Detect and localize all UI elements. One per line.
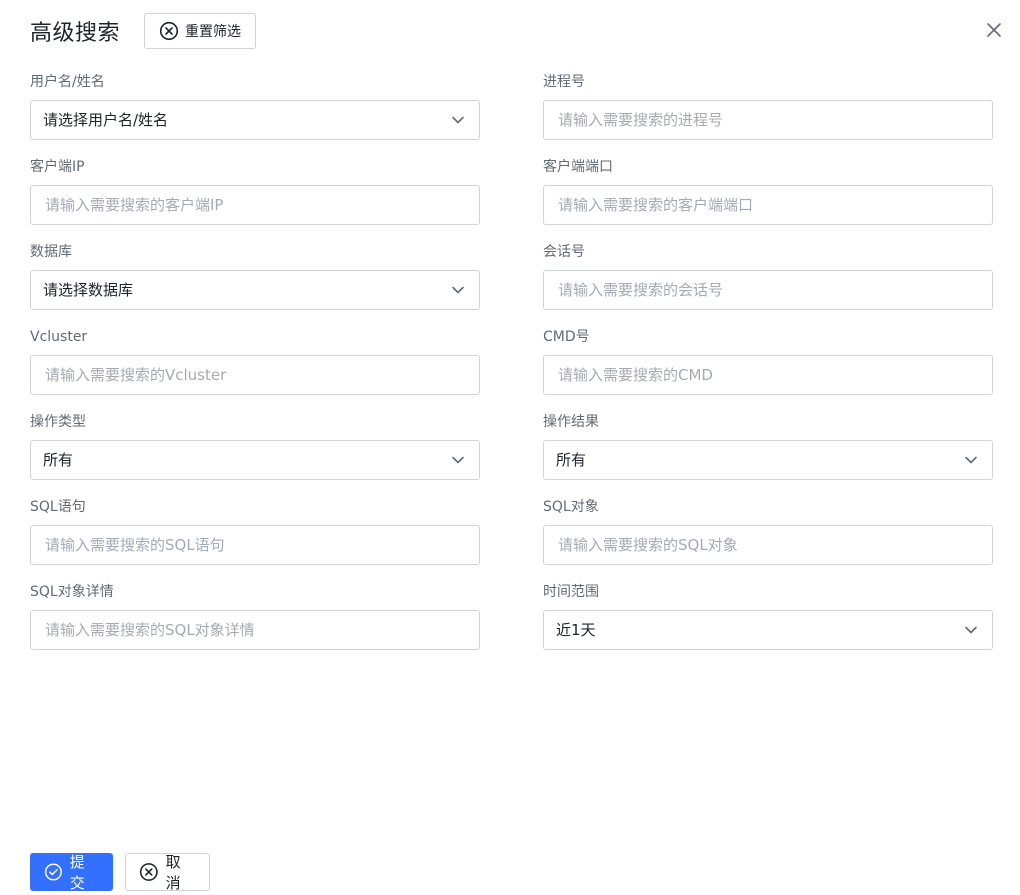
field-sql-object: SQL对象 (543, 497, 993, 565)
field-label: CMD号 (543, 329, 590, 345)
sql-object-input[interactable] (544, 526, 992, 564)
field-database: 数据库 请选择数据库 (30, 242, 480, 310)
username-select[interactable]: 请选择用户名/姓名 (30, 100, 480, 140)
field-label: Vcluster (30, 329, 88, 345)
field-label: SQL语句 (30, 499, 86, 515)
field-label: SQL对象 (543, 499, 599, 515)
client-port-input[interactable] (544, 186, 992, 224)
chevron-down-icon (452, 116, 464, 124)
field-time-range: 时间范围 近1天 (543, 582, 993, 650)
sql-statement-input[interactable] (31, 526, 479, 564)
field-label: 时间范围 (543, 584, 599, 600)
op-result-select[interactable]: 所有 (543, 440, 993, 480)
process-no-input-wrap (543, 100, 993, 140)
sql-object-detail-input-wrap (30, 610, 480, 650)
field-client-port: 客户端端口 (543, 157, 993, 225)
field-label: SQL对象详情 (30, 584, 114, 600)
dialog-title: 高级搜索 (30, 21, 121, 46)
session-no-input-wrap (543, 270, 993, 310)
database-select[interactable]: 请选择数据库 (30, 270, 480, 310)
select-value: 请选择用户名/姓名 (43, 111, 169, 129)
chevron-down-icon (965, 626, 977, 634)
cancel-button[interactable]: 取消 (125, 853, 210, 892)
field-op-type: 操作类型 所有 (30, 412, 480, 480)
field-label: 进程号 (543, 74, 585, 90)
field-process-no: 进程号 (543, 72, 993, 140)
vcluster-input[interactable] (31, 356, 479, 394)
vcluster-input-wrap (30, 355, 480, 395)
field-label: 用户名/姓名 (30, 74, 105, 90)
field-label: 数据库 (30, 244, 72, 260)
select-value: 所有 (556, 451, 587, 469)
close-circle-icon (139, 863, 158, 881)
select-value: 所有 (43, 451, 74, 469)
field-label: 客户端端口 (543, 159, 613, 175)
sql-statement-input-wrap (30, 525, 480, 565)
field-sql-object-detail: SQL对象详情 (30, 582, 480, 650)
time-range-select[interactable]: 近1天 (543, 610, 993, 650)
cancel-label: 取消 (165, 853, 181, 892)
check-circle-icon (44, 863, 62, 881)
sql-object-input-wrap (543, 525, 993, 565)
submit-button[interactable]: 提交 (30, 853, 113, 892)
client-ip-input[interactable] (31, 186, 479, 224)
dialog-header: 高级搜索 重置筛选 (30, 12, 257, 50)
cmd-no-input[interactable] (544, 356, 992, 394)
field-label: 操作类型 (30, 414, 86, 430)
client-port-input-wrap (543, 185, 993, 225)
select-value: 请选择数据库 (43, 281, 134, 299)
close-circle-icon (159, 21, 179, 41)
reset-filters-label: 重置筛选 (185, 24, 242, 40)
chevron-down-icon (452, 286, 464, 294)
sql-object-detail-input[interactable] (31, 611, 479, 649)
field-session-no: 会话号 (543, 242, 993, 310)
field-client-ip: 客户端IP (30, 157, 480, 225)
process-no-input[interactable] (544, 101, 992, 139)
close-icon[interactable] (984, 20, 1004, 40)
field-cmd-no: CMD号 (543, 327, 993, 395)
chevron-down-icon (965, 456, 977, 464)
client-ip-input-wrap (30, 185, 480, 225)
submit-label: 提交 (69, 853, 85, 892)
op-type-select[interactable]: 所有 (30, 440, 480, 480)
field-op-result: 操作结果 所有 (543, 412, 993, 480)
dialog-footer: 提交 取消 (30, 853, 210, 892)
field-vcluster: Vcluster (30, 327, 480, 395)
cmd-no-input-wrap (543, 355, 993, 395)
field-label: 客户端IP (30, 159, 85, 175)
field-username: 用户名/姓名 请选择用户名/姓名 (30, 72, 480, 140)
field-sql-statement: SQL语句 (30, 497, 480, 565)
session-no-input[interactable] (544, 271, 992, 309)
chevron-down-icon (452, 456, 464, 464)
field-label: 会话号 (543, 244, 585, 260)
select-value: 近1天 (556, 621, 596, 639)
reset-filters-button[interactable]: 重置筛选 (144, 13, 257, 49)
field-label: 操作结果 (543, 414, 599, 430)
